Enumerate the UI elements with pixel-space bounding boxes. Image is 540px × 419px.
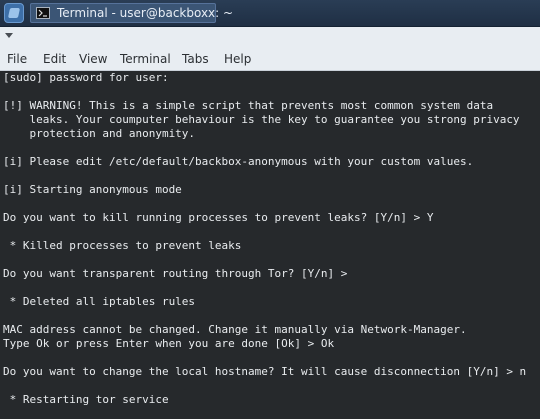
terminal-line: Do you want to kill running processes to… (3, 211, 434, 224)
chevron-down-icon[interactable] (5, 33, 13, 38)
taskbar: Terminal - user@backboxx: ~ (0, 0, 540, 27)
terminal-icon (36, 7, 50, 19)
menu-terminal[interactable]: Terminal (120, 52, 171, 66)
menu-file[interactable]: File (7, 52, 27, 66)
terminal-line: Do you want transparent routing through … (3, 267, 348, 280)
terminal-line: [i] Starting anonymous mode (3, 183, 182, 196)
terminal-line: [sudo] password for user: (3, 71, 169, 84)
window-controls-bar (0, 27, 540, 47)
menu-tabs[interactable]: Tabs (182, 52, 209, 66)
terminal-line: [!] WARNING! This is a simple script tha… (3, 99, 494, 112)
terminal-line: Do you want to change the local hostname… (3, 365, 527, 378)
taskbar-terminal-label: Terminal - user@backboxx: ~ (57, 6, 234, 20)
terminal-line: * Restarting tor service (3, 393, 169, 406)
menu-edit[interactable]: Edit (43, 52, 66, 66)
terminal-line: MAC address cannot be changed. Change it… (3, 323, 467, 336)
menu-bar: File Edit View Terminal Tabs Help (0, 47, 540, 71)
terminal-window: Terminal - user@backboxx: ~ File Edit Vi… (0, 0, 540, 419)
menu-view[interactable]: View (79, 52, 107, 66)
menu-help[interactable]: Help (224, 52, 251, 66)
terminal-line: * Killed processes to prevent leaks (3, 239, 242, 252)
terminal-line: Type Ok or press Enter when you are done… (3, 337, 335, 350)
taskbar-terminal-button[interactable]: Terminal - user@backboxx: ~ (30, 3, 233, 23)
terminal-output[interactable]: [sudo] password for user: [!] WARNING! T… (0, 71, 540, 419)
terminal-line: [i] Please edit /etc/default/backbox-ano… (3, 155, 474, 168)
launcher-glyph (7, 8, 21, 18)
backbox-logo-icon[interactable] (4, 3, 24, 23)
terminal-line: protection and anonymity. (3, 127, 196, 140)
terminal-line: leaks. Your coumputer behaviour is the k… (3, 113, 520, 126)
terminal-line: * Deleted all iptables rules (3, 295, 196, 308)
